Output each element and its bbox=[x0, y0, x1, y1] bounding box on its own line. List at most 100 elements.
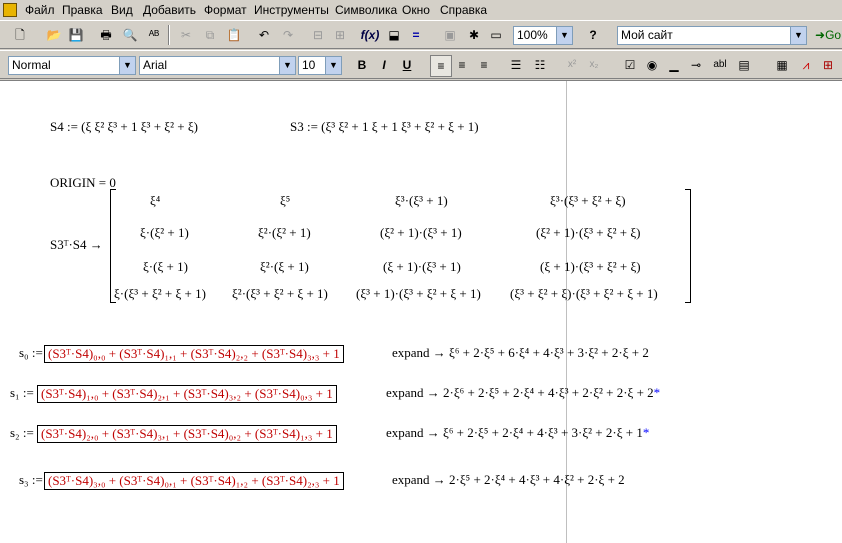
chevron-down-icon[interactable]: ▼ bbox=[119, 57, 135, 74]
s2-warning-star: * bbox=[642, 425, 650, 440]
s1-rhs-text: (S3ᵀ·S4)₁,₀ + (S3ᵀ·S4)₂,₁ + (S3ᵀ·S4)₃,₂ … bbox=[41, 386, 333, 401]
menu-edit[interactable]: Правка bbox=[62, 3, 103, 17]
s0-result[interactable]: expand → ξ⁶ + 2·ξ⁵ + 6·ξ⁴ + 4·ξ³ + 3·ξ² … bbox=[392, 345, 649, 361]
resource-icon[interactable]: ✱ bbox=[464, 25, 484, 45]
save-icon[interactable]: 💾 bbox=[66, 25, 86, 45]
style-select[interactable]: Normal ▼ bbox=[8, 56, 136, 75]
chevron-down-icon[interactable]: ▼ bbox=[279, 57, 295, 74]
checkbox-control-icon[interactable]: ☑ bbox=[620, 55, 640, 75]
s1-warning-star: * bbox=[653, 385, 661, 400]
italic-button[interactable]: I bbox=[374, 55, 394, 75]
component-icon[interactable]: ▣ bbox=[440, 25, 460, 45]
align-right-icon[interactable]: ≡ bbox=[474, 55, 494, 75]
product-lhs[interactable]: S3ᵀ·S4 → bbox=[50, 237, 103, 253]
listbox-control-icon[interactable]: ▤ bbox=[734, 55, 754, 75]
chevron-down-icon[interactable]: ▼ bbox=[325, 57, 341, 74]
chevron-down-icon[interactable]: ▼ bbox=[556, 27, 572, 44]
s2-rhs[interactable]: (S3ᵀ·S4)₂,₀ + (S3ᵀ·S4)₃,₁ + (S3ᵀ·S4)₀,₂ … bbox=[37, 425, 337, 443]
s2-lhs[interactable]: s₂ := bbox=[10, 425, 34, 441]
matrix-cell: ξ·(ξ³ + ξ² + ξ + 1) bbox=[114, 286, 206, 301]
calculate-icon[interactable]: = bbox=[406, 25, 426, 45]
align-center-icon[interactable]: ≡ bbox=[452, 55, 472, 75]
undo-icon[interactable]: ↶ bbox=[254, 25, 274, 45]
insert-unit-icon[interactable]: ⬓ bbox=[384, 25, 404, 45]
matrix-cell: ξ²·(ξ³ + ξ² + ξ + 1) bbox=[232, 286, 328, 301]
s1-result-text: expand → 2·ξ⁶ + 2·ξ⁵ + 2·ξ⁴ + 4·ξ³ + 2·ξ… bbox=[386, 385, 654, 400]
new-document-icon[interactable]: 🗋 bbox=[10, 25, 30, 45]
help-icon[interactable]: ? bbox=[583, 25, 603, 45]
menu-view[interactable]: Вид bbox=[111, 3, 133, 17]
open-icon[interactable]: 📂 bbox=[44, 25, 64, 45]
zoom-select[interactable]: 100% ▼ bbox=[513, 26, 573, 45]
radio-control-icon[interactable]: ◉ bbox=[642, 55, 662, 75]
zoom-value: 100% bbox=[517, 28, 548, 42]
s1-rhs[interactable]: (S3ᵀ·S4)₁,₀ + (S3ᵀ·S4)₂,₁ + (S3ᵀ·S4)₃,₂ … bbox=[37, 385, 337, 403]
site-value: Мой сайт bbox=[621, 28, 673, 42]
matrix-cell: (ξ³ + 1)·(ξ³ + ξ² + ξ + 1) bbox=[356, 286, 481, 301]
textbox-control-icon[interactable]: abl bbox=[710, 55, 730, 75]
s0-lhs[interactable]: s₀ := bbox=[19, 345, 43, 361]
superscript-icon[interactable]: x² bbox=[562, 55, 582, 75]
s3-result[interactable]: expand → 2·ξ⁵ + 2·ξ⁴ + 4·ξ³ + 4·ξ² + 2·ξ… bbox=[392, 472, 625, 488]
subscript-icon[interactable]: x₂ bbox=[584, 55, 604, 75]
toolbar-separator bbox=[168, 25, 170, 45]
align-horizontal-icon[interactable]: ⊟ bbox=[308, 25, 328, 45]
bold-button[interactable]: B bbox=[352, 55, 372, 75]
redo-icon[interactable]: ↷ bbox=[278, 25, 298, 45]
font-select[interactable]: Arial ▼ bbox=[139, 56, 296, 75]
standard-toolbar: 🗋 📂 💾 🖶 🔍 ᴬᴮ ✂ ⧉ 📋 ↶ ↷ ⊟ ⊞ f(x) ⬓ = ▣ ✱ … bbox=[0, 20, 842, 49]
menu-symbolics[interactable]: Символика bbox=[335, 3, 397, 17]
align-vertical-icon[interactable]: ⊞ bbox=[330, 25, 350, 45]
s1-lhs[interactable]: s₁ := bbox=[10, 385, 34, 401]
cut-icon[interactable]: ✂ bbox=[176, 25, 196, 45]
button-control-icon[interactable]: ▁ bbox=[664, 55, 684, 75]
go-label: Go bbox=[825, 28, 842, 42]
matrix-cell: (ξ² + 1)·(ξ³ + 1) bbox=[380, 225, 462, 240]
chevron-down-icon[interactable]: ▼ bbox=[790, 27, 806, 44]
menu-insert[interactable]: Добавить bbox=[143, 3, 196, 17]
app-icon[interactable] bbox=[3, 3, 17, 17]
window-icon[interactable]: ▭ bbox=[486, 25, 506, 45]
paste-icon[interactable]: 📋 bbox=[224, 25, 244, 45]
graph-icon[interactable]: ⩘ bbox=[796, 55, 816, 75]
menu-file[interactable]: Файл bbox=[25, 3, 55, 17]
font-size-select[interactable]: 10 ▼ bbox=[298, 56, 342, 75]
bullet-list-icon[interactable]: ☰ bbox=[506, 55, 526, 75]
origin-definition[interactable]: ORIGIN = 0 bbox=[50, 175, 116, 191]
align-left-icon[interactable]: ≡ bbox=[430, 55, 452, 77]
slider-control-icon[interactable]: ⊸ bbox=[686, 55, 706, 75]
s1-result[interactable]: expand → 2·ξ⁶ + 2·ξ⁵ + 2·ξ⁴ + 4·ξ³ + 2·ξ… bbox=[386, 385, 660, 401]
matrix-cell: ξ·(ξ² + 1) bbox=[140, 225, 189, 240]
s0-rhs[interactable]: (S3ᵀ·S4)₀,₀ + (S3ᵀ·S4)₁,₁ + (S3ᵀ·S4)₂,₂ … bbox=[44, 345, 344, 363]
s2-result[interactable]: expand → ξ⁶ + 2·ξ⁵ + 2·ξ⁴ + 4·ξ³ + 3·ξ² … bbox=[386, 425, 649, 441]
print-preview-icon[interactable]: 🔍 bbox=[120, 25, 140, 45]
matrix-right-bracket bbox=[685, 189, 691, 303]
go-button[interactable]: ➜Go bbox=[815, 25, 842, 45]
underline-button[interactable]: U bbox=[397, 55, 417, 75]
menu-window[interactable]: Окно bbox=[402, 3, 430, 17]
worksheet[interactable]: S4 := (ξ ξ² ξ³ + 1 ξ³ + ξ² + ξ) S3 := (ξ… bbox=[0, 80, 842, 543]
s2-result-text: expand → ξ⁶ + 2·ξ⁵ + 2·ξ⁴ + 4·ξ³ + 3·ξ² … bbox=[386, 425, 643, 440]
matrix-cell: ξ²·(ξ + 1) bbox=[260, 259, 309, 274]
s3-rhs[interactable]: (S3ᵀ·S4)₃,₀ + (S3ᵀ·S4)₀,₁ + (S3ᵀ·S4)₁,₂ … bbox=[44, 472, 344, 490]
numbered-list-icon[interactable]: ☷ bbox=[530, 55, 550, 75]
menu-format[interactable]: Формат bbox=[204, 3, 247, 17]
spell-check-icon[interactable]: ᴬᴮ bbox=[144, 25, 164, 45]
s3-lhs[interactable]: s₃ := bbox=[19, 472, 43, 488]
copy-icon[interactable]: ⧉ bbox=[200, 25, 220, 45]
font-value: Arial bbox=[143, 58, 168, 72]
print-icon[interactable]: 🖶 bbox=[96, 25, 116, 45]
menu-tools[interactable]: Инструменты bbox=[254, 3, 329, 17]
insert-function-icon[interactable]: f(x) bbox=[360, 25, 380, 45]
matrix-cell: ξ⁵ bbox=[280, 193, 291, 208]
matrix-icon[interactable]: ⊞ bbox=[818, 55, 838, 75]
s4-definition[interactable]: S4 := (ξ ξ² ξ³ + 1 ξ³ + ξ² + ξ) bbox=[50, 119, 198, 135]
matrix-cell: ξ⁴ bbox=[150, 193, 161, 208]
matrix-cell: ξ²·(ξ² + 1) bbox=[258, 225, 311, 240]
matrix-cell: (ξ + 1)·(ξ³ + 1) bbox=[383, 259, 461, 274]
s3-definition[interactable]: S3 := (ξ³ ξ² + 1 ξ + 1 ξ³ + ξ² + ξ + 1) bbox=[290, 119, 479, 135]
site-select[interactable]: Мой сайт ▼ bbox=[617, 26, 807, 45]
menu-help[interactable]: Справка bbox=[440, 3, 487, 17]
calculator-icon[interactable]: ▦ bbox=[772, 55, 792, 75]
font-size-value: 10 bbox=[302, 58, 316, 72]
